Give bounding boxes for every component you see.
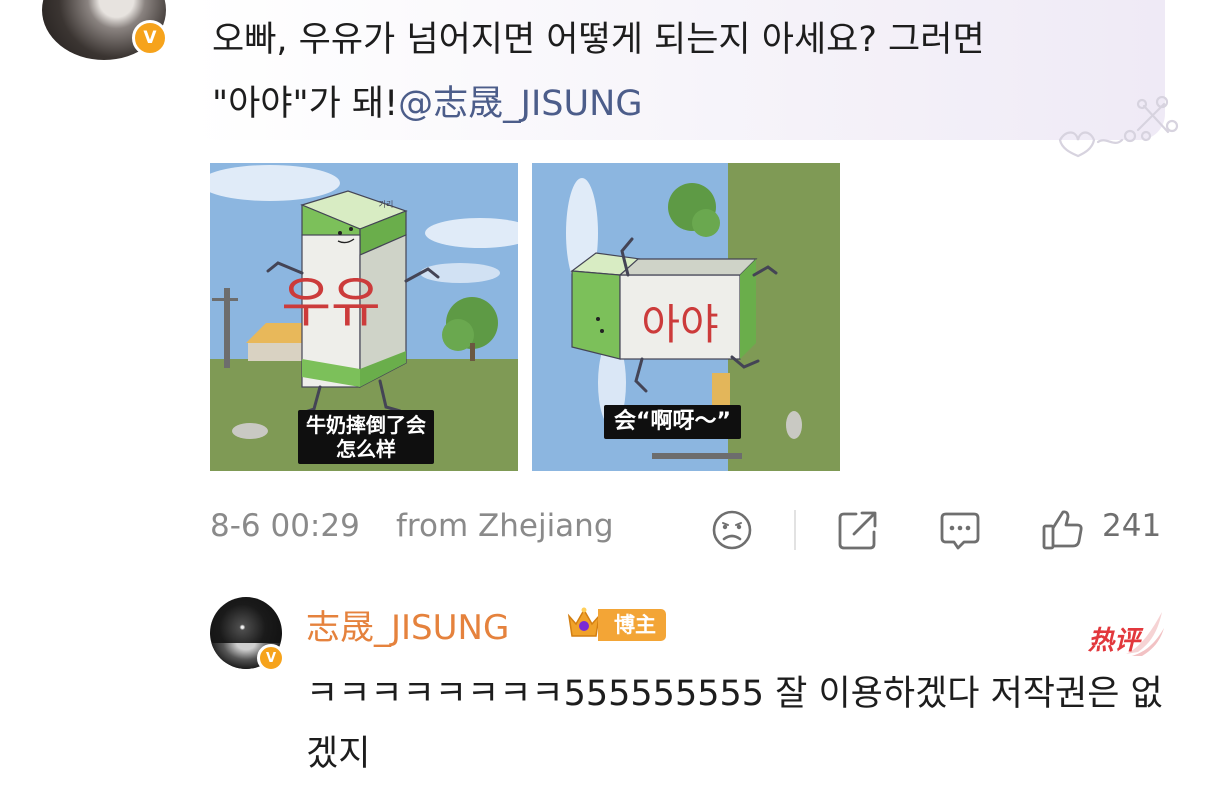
verified-badge-icon: V bbox=[257, 644, 285, 672]
image-caption-1-line1: 牛奶摔倒了会 bbox=[306, 413, 426, 437]
carton-text-1: 우유 bbox=[281, 271, 380, 334]
comment-icon[interactable] bbox=[938, 508, 982, 552]
hot-comment-badge: 热评 bbox=[1086, 606, 1166, 662]
post-location: from Zhejiang bbox=[396, 508, 614, 544]
post-time: 8-6 00:29 bbox=[210, 508, 360, 544]
image-caption-1-line2: 怎么样 bbox=[336, 437, 396, 461]
reply-username[interactable]: 志晟_JISUNG bbox=[306, 600, 509, 649]
reply-text: ㅋㅋㅋㅋㅋㅋㅋㅋ555555555 잘 이용하겠다 저작권은 없겠지 bbox=[306, 674, 1163, 774]
comment-text-line2-prefix: "아야"가 돼! bbox=[212, 84, 399, 124]
carton-text-2: 아야 bbox=[641, 300, 718, 349]
dislike-face-icon[interactable] bbox=[710, 508, 754, 552]
action-divider bbox=[794, 510, 796, 550]
mention-link[interactable]: @志晟_JISUNG bbox=[398, 84, 642, 124]
image-caption-1: 牛奶摔倒了会 怎么样 bbox=[298, 410, 434, 464]
hot-label: 热评 bbox=[1088, 626, 1141, 656]
comment-text-line2: "아야"가 돼!@志晟_JISUNG bbox=[212, 72, 1162, 136]
like-thumb-icon[interactable] bbox=[1040, 508, 1084, 552]
image-caption-2: 会“啊呀～” bbox=[604, 405, 741, 439]
share-icon[interactable] bbox=[836, 508, 880, 552]
carton-brand: 기리 bbox=[379, 200, 394, 209]
image-caption-2-line1: 会“啊呀～” bbox=[614, 409, 731, 434]
host-badge: 博主 bbox=[598, 609, 666, 641]
comment-text-line1: 오빠, 우유가 넘어지면 어떻게 되는지 아세요? 그러면 bbox=[212, 20, 985, 60]
verified-badge-icon: V bbox=[132, 20, 168, 56]
image-thumbnail-1[interactable]: 우유 기리 牛奶摔倒了会 怎么样 bbox=[210, 163, 518, 471]
image-thumbnail-2[interactable]: 아야 会“啊呀～” bbox=[532, 163, 840, 471]
comment-text: 오빠, 우유가 넘어지면 어떻게 되는지 아세요? 그러면 "아야"가 돼!@志… bbox=[212, 8, 1162, 136]
crown-icon bbox=[567, 607, 601, 637]
like-count: 241 bbox=[1102, 508, 1162, 544]
bubble-decoration-icon bbox=[1058, 96, 1179, 158]
